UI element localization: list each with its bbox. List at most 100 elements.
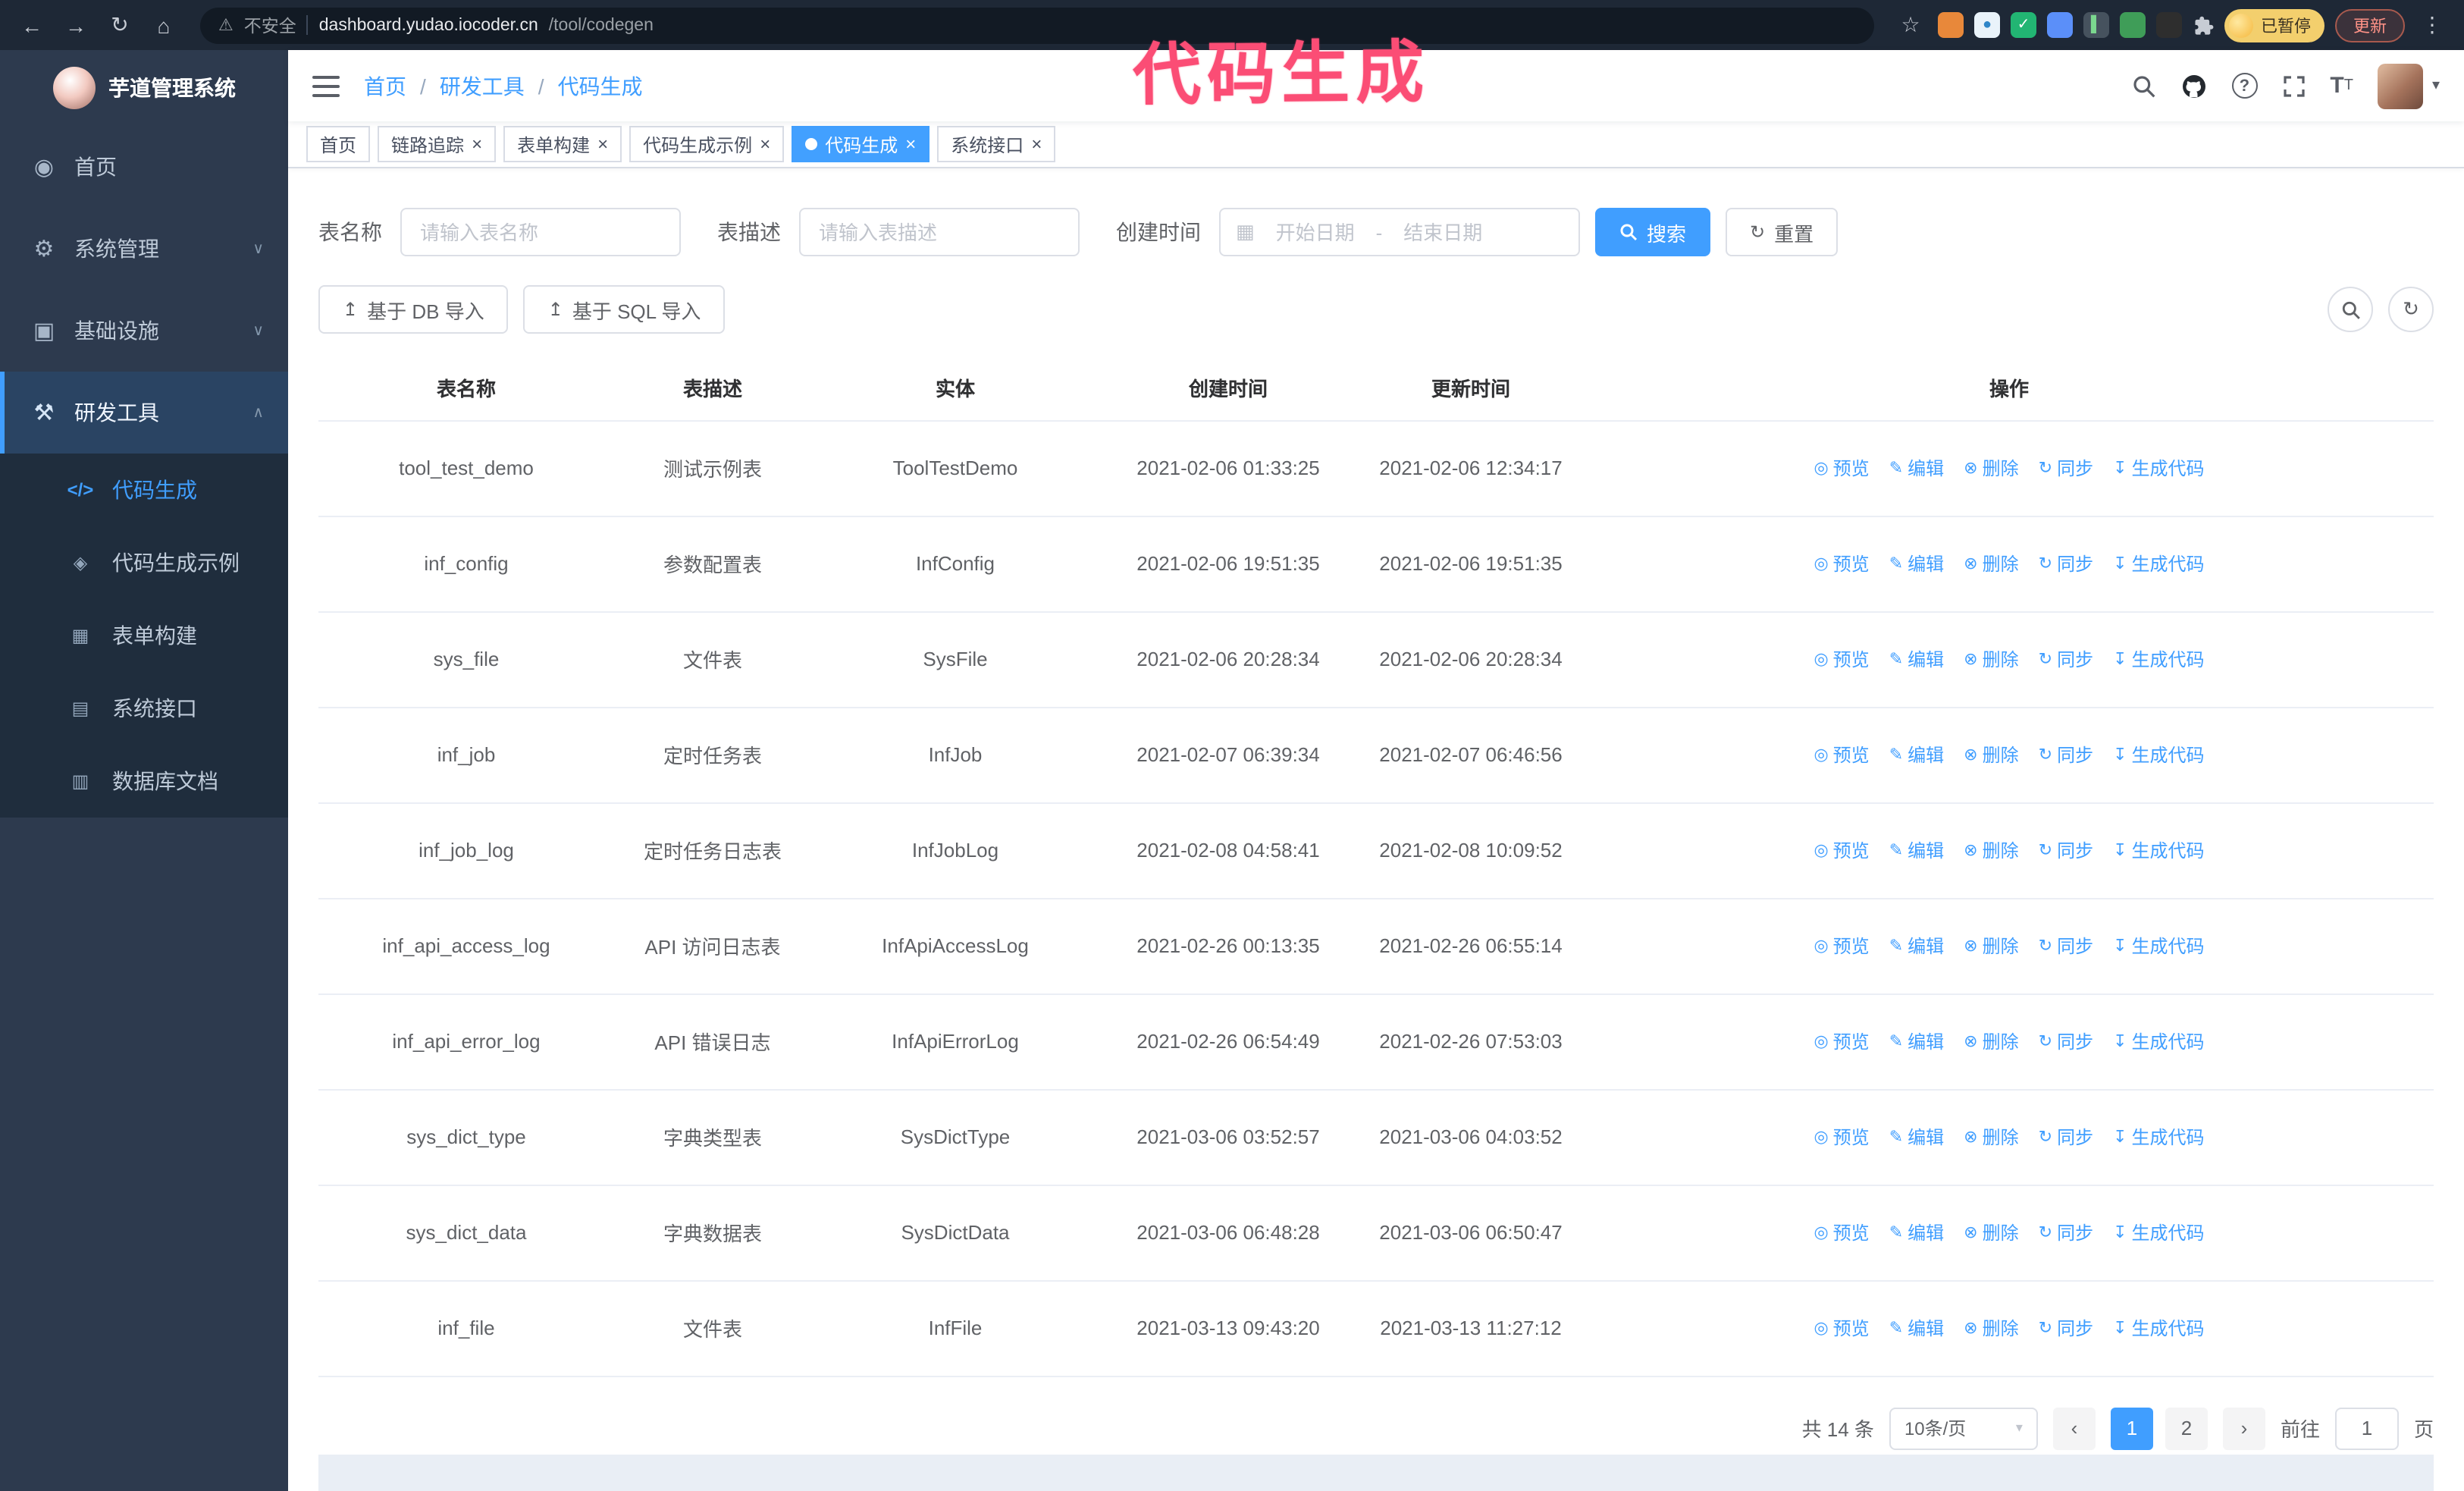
browser-reload-icon[interactable]: ↻ (103, 8, 136, 42)
page-number-button[interactable]: 1 (2110, 1407, 2153, 1449)
breadcrumb-item[interactable]: 研发工具 (440, 71, 525, 101)
row-action-link[interactable]: ✎ 编辑 (1889, 551, 1944, 576)
extensions-puzzle-icon[interactable] (2193, 14, 2214, 36)
row-action-link[interactable]: ⊗ 删除 (1964, 933, 2018, 959)
row-action-link[interactable]: ↻ 同步 (2039, 1315, 2093, 1341)
table-name-input[interactable] (400, 208, 681, 256)
end-date-input[interactable] (1388, 221, 1498, 243)
row-action-link[interactable]: ◎ 预览 (1814, 1028, 1869, 1054)
row-action-link[interactable]: ◎ 预览 (1814, 837, 1869, 863)
sidebar-item[interactable]: ⚒ 研发工具 ∧ (0, 372, 288, 454)
start-date-input[interactable] (1260, 221, 1370, 243)
tab-close-icon[interactable]: × (597, 135, 608, 153)
row-action-link[interactable]: ↻ 同步 (2039, 837, 2093, 863)
search-button[interactable]: 搜索 (1595, 208, 1711, 256)
page-size-select[interactable]: 10条/页 ▾ (1889, 1407, 2038, 1449)
browser-update-button[interactable]: 更新 (2335, 8, 2405, 42)
address-bar[interactable]: ⚠ 不安全 dashboard.yudao.iocoder.cn /tool/c… (200, 7, 1874, 43)
row-action-link[interactable]: ↻ 同步 (2039, 1124, 2093, 1150)
app-logo[interactable]: 芋道管理系统 (0, 50, 288, 126)
prev-page-button[interactable]: ‹ (2052, 1407, 2096, 1449)
sidebar-subitem[interactable]: ▦ 表单构建 (0, 599, 288, 672)
sidebar-item[interactable]: ⚙ 系统管理 ∨ (0, 208, 288, 290)
row-action-link[interactable]: ✎ 编辑 (1889, 1028, 1944, 1054)
tab[interactable]: 首页 (306, 126, 371, 162)
browser-home-icon[interactable]: ⌂ (147, 8, 180, 42)
row-action-link[interactable]: ✎ 编辑 (1889, 1124, 1944, 1150)
table-desc-input[interactable] (799, 208, 1080, 256)
user-avatar[interactable]: ▾ (2377, 63, 2440, 108)
row-action-link[interactable]: ↧ 生成代码 (2113, 933, 2204, 959)
row-action-link[interactable]: ◎ 预览 (1814, 1219, 1869, 1245)
tab[interactable]: 表单构建 × (503, 126, 622, 162)
row-action-link[interactable]: ↻ 同步 (2039, 742, 2093, 767)
tab[interactable]: 系统接口 × (937, 126, 1056, 162)
next-page-button[interactable]: › (2222, 1407, 2265, 1449)
row-action-link[interactable]: ↧ 生成代码 (2113, 742, 2204, 767)
fullscreen-icon[interactable] (2281, 74, 2306, 98)
row-action-link[interactable]: ⊗ 删除 (1964, 551, 2018, 576)
row-action-link[interactable]: ✎ 编辑 (1889, 646, 1944, 672)
row-action-link[interactable]: ⊗ 删除 (1964, 1028, 2018, 1054)
row-action-link[interactable]: ⊗ 删除 (1964, 837, 2018, 863)
extension-icon[interactable] (2156, 12, 2182, 38)
extension-icon[interactable] (2120, 12, 2146, 38)
toggle-search-button[interactable] (2328, 287, 2373, 332)
page-number-button[interactable]: 2 (2165, 1407, 2208, 1449)
row-action-link[interactable]: ✎ 编辑 (1889, 1219, 1944, 1245)
extension-icon[interactable] (1938, 12, 1964, 38)
row-action-link[interactable]: ◎ 预览 (1814, 1124, 1869, 1150)
row-action-link[interactable]: ↻ 同步 (2039, 455, 2093, 481)
sidebar-subitem[interactable]: ◈ 代码生成示例 (0, 526, 288, 599)
tab-close-icon[interactable]: × (905, 135, 916, 153)
tab[interactable]: 链路追踪 × (378, 126, 497, 162)
reset-button[interactable]: ↻ 重置 (1726, 208, 1839, 256)
browser-back-icon[interactable]: ← (15, 8, 49, 42)
row-action-link[interactable]: ↻ 同步 (2039, 933, 2093, 959)
extension-icon[interactable]: ● (1974, 12, 2000, 38)
browser-profile-chip[interactable]: 已暂停 (2224, 8, 2324, 42)
row-action-link[interactable]: ↧ 生成代码 (2113, 1315, 2204, 1341)
row-action-link[interactable]: ↧ 生成代码 (2113, 551, 2204, 576)
tab[interactable]: 代码生成示例 × (629, 126, 785, 162)
search-icon[interactable] (2131, 74, 2155, 98)
tab-close-icon[interactable]: × (760, 135, 770, 153)
sidebar-subitem[interactable]: ▤ 系统接口 (0, 672, 288, 745)
row-action-link[interactable]: ⊗ 删除 (1964, 646, 2018, 672)
row-action-link[interactable]: ✎ 编辑 (1889, 455, 1944, 481)
sidebar-item[interactable]: ◉ 首页 (0, 126, 288, 208)
row-action-link[interactable]: ↧ 生成代码 (2113, 455, 2204, 481)
row-action-link[interactable]: ⊗ 删除 (1964, 1219, 2018, 1245)
row-action-link[interactable]: ↧ 生成代码 (2113, 1028, 2204, 1054)
help-icon[interactable]: ? (2231, 73, 2258, 99)
extension-icon[interactable] (2047, 12, 2073, 38)
row-action-link[interactable]: ↻ 同步 (2039, 1219, 2093, 1245)
import-sql-button[interactable]: ↥ 基于 SQL 导入 (523, 285, 726, 334)
row-action-link[interactable]: ✎ 编辑 (1889, 1315, 1944, 1341)
browser-forward-icon[interactable]: → (59, 8, 92, 42)
row-action-link[interactable]: ◎ 预览 (1814, 455, 1869, 481)
row-action-link[interactable]: ↻ 同步 (2039, 551, 2093, 576)
row-action-link[interactable]: ↧ 生成代码 (2113, 837, 2204, 863)
row-action-link[interactable]: ◎ 预览 (1814, 933, 1869, 959)
github-icon[interactable] (2180, 72, 2207, 99)
date-range-picker[interactable]: ▦ - (1219, 208, 1580, 256)
row-action-link[interactable]: ⊗ 删除 (1964, 742, 2018, 767)
sidebar-subitem[interactable]: </> 代码生成 (0, 454, 288, 526)
import-db-button[interactable]: ↥ 基于 DB 导入 (318, 285, 509, 334)
row-action-link[interactable]: ◎ 预览 (1814, 742, 1869, 767)
row-action-link[interactable]: ⊗ 删除 (1964, 1124, 2018, 1150)
row-action-link[interactable]: ↧ 生成代码 (2113, 1219, 2204, 1245)
tab-close-icon[interactable]: × (472, 135, 482, 153)
row-action-link[interactable]: ↧ 生成代码 (2113, 1124, 2204, 1150)
refresh-table-button[interactable]: ↻ (2388, 287, 2434, 332)
row-action-link[interactable]: ↧ 生成代码 (2113, 646, 2204, 672)
row-action-link[interactable]: ◎ 预览 (1814, 551, 1869, 576)
tab-close-icon[interactable]: × (1031, 135, 1042, 153)
row-action-link[interactable]: ◎ 预览 (1814, 1315, 1869, 1341)
row-action-link[interactable]: ✎ 编辑 (1889, 933, 1944, 959)
breadcrumb-item[interactable]: 代码生成 (558, 71, 643, 101)
row-action-link[interactable]: ✎ 编辑 (1889, 837, 1944, 863)
sidebar-item[interactable]: ▣ 基础设施 ∨ (0, 290, 288, 372)
goto-page-input[interactable] (2334, 1407, 2399, 1449)
